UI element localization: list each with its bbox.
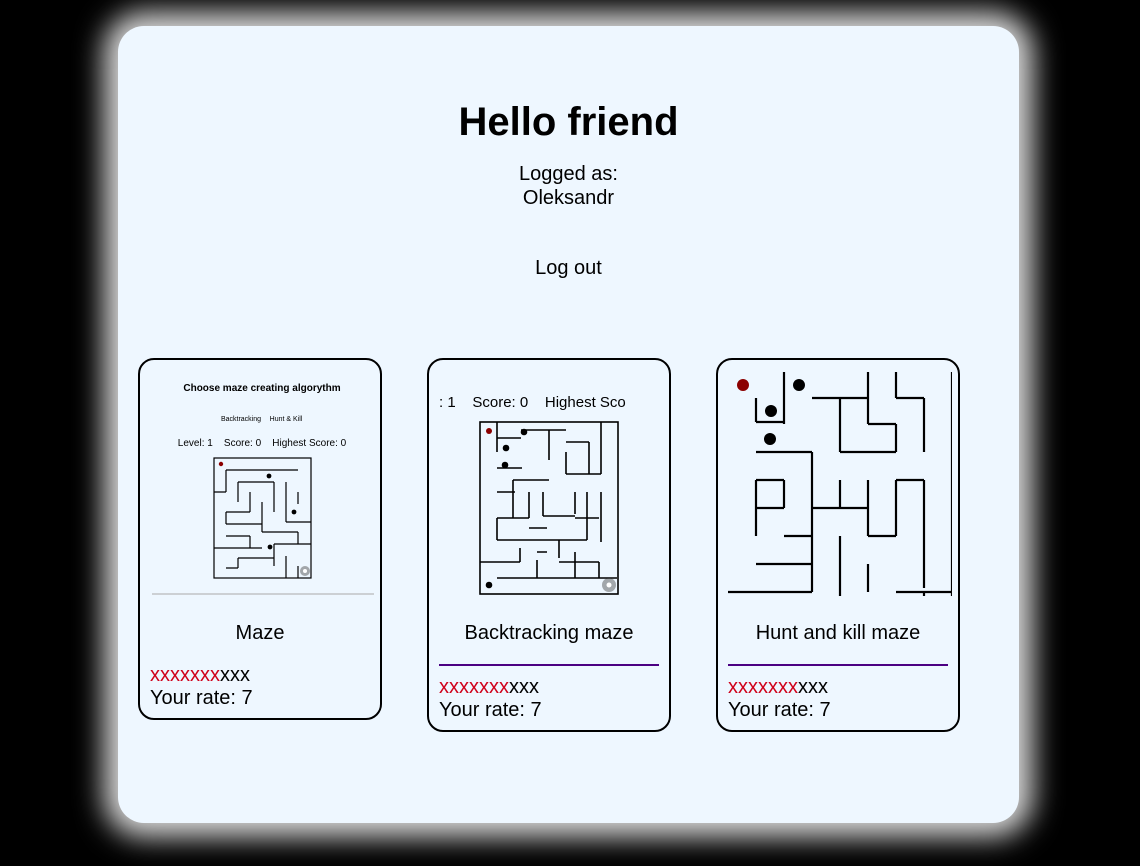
rating: xxxxxxxxxx Your rate: 7 xyxy=(728,676,831,722)
player-dot-icon xyxy=(737,379,749,391)
card-title: Maze xyxy=(235,622,285,644)
game-card-huntkill[interactable]: Hunt and kill maze xxxxxxxxxx Your rate:… xyxy=(716,358,960,732)
rating: xxxxxxxxxx Your rate: 7 xyxy=(150,664,253,710)
maze-preview-image: : 1 Score: 0 Highest Sco xyxy=(439,368,663,596)
rating: xxxxxxxxxx Your rate: 7 xyxy=(439,676,542,722)
enemy-dot-icon xyxy=(764,433,776,445)
maze-preview-image xyxy=(728,368,952,596)
thumb-heading: Choose maze creating algorythm xyxy=(183,383,340,394)
rate-text: Your rate: 7 xyxy=(150,687,253,709)
card-separator xyxy=(439,664,659,666)
rate-text: Your rate: 7 xyxy=(439,699,542,721)
enemy-dot-icon xyxy=(291,509,297,515)
rating-stars-empty: xxx xyxy=(798,676,828,698)
player-dot-icon xyxy=(218,461,224,467)
enemy-dot-icon xyxy=(501,461,509,469)
enemy-dot-icon xyxy=(502,444,510,452)
rating-stars: xxxxxxxxxx xyxy=(150,664,253,687)
thumb-stats: Level: 1 Score: 0 Highest Score: 0 xyxy=(178,438,347,449)
thumb-option-huntkill: Hunt & Kill xyxy=(270,416,303,423)
maze-preview-image: Choose maze creating algorythm Backtrack… xyxy=(150,368,374,596)
rating-stars-filled: xxxxxxx xyxy=(439,676,509,698)
game-card-maze[interactable]: Choose maze creating algorythm Backtrack… xyxy=(138,358,382,720)
logged-label: Logged as: xyxy=(519,163,618,185)
page-title: Hello friend xyxy=(458,100,679,144)
rating-stars-filled: xxxxxxx xyxy=(728,676,798,698)
rating-stars-empty: xxx xyxy=(509,676,539,698)
username: Oleksandr xyxy=(522,187,615,209)
enemy-dot-icon xyxy=(485,581,493,589)
enemy-dot-icon xyxy=(520,428,528,436)
rating-stars-filled: xxxxxxx xyxy=(150,664,220,686)
rating-stars: xxxxxxxxxx xyxy=(728,676,831,699)
rating-stars: xxxxxxxxxx xyxy=(439,676,542,699)
login-status: Logged as: Oleksandr xyxy=(118,162,1019,210)
enemy-dot-icon xyxy=(765,405,777,417)
card-title: Hunt and kill maze xyxy=(755,622,921,644)
rating-stars-empty: xxx xyxy=(220,664,250,686)
game-card-backtracking[interactable]: : 1 Score: 0 Highest Sco Backtracking ma… xyxy=(427,358,671,732)
enemy-dot-icon xyxy=(267,544,273,550)
player-dot-icon xyxy=(486,428,492,434)
logout-button[interactable]: Log out xyxy=(118,256,1019,280)
enemy-dot-icon xyxy=(793,379,805,391)
rate-text: Your rate: 7 xyxy=(728,699,831,721)
card-separator xyxy=(728,664,948,666)
card-title: Backtracking maze xyxy=(464,622,634,644)
enemy-dot-icon xyxy=(266,473,272,479)
thumb-stats: : 1 Score: 0 Highest Sco xyxy=(439,394,626,411)
thumb-option-backtracking: Backtracking xyxy=(221,416,261,423)
